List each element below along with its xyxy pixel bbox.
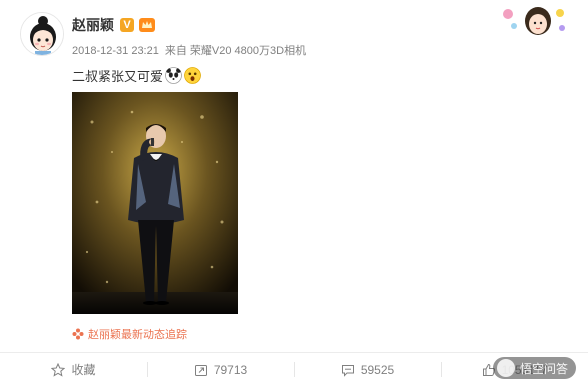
post-text: 二叔紧张又可爱	[72, 66, 201, 85]
post-header: 赵丽颖 V 2018-12-31 23:21 来自 荣耀V20 4800万3D相机	[72, 16, 309, 58]
post-text-content: 二叔紧张又可爱	[72, 69, 164, 84]
avatar[interactable]	[20, 12, 64, 56]
post-timestamp[interactable]: 2018-12-31 23:21	[72, 45, 159, 57]
topic-link[interactable]: 赵丽颖最新动态追踪	[72, 326, 187, 342]
favorite-button[interactable]: 收藏	[0, 353, 147, 386]
comment-count: 59525	[360, 362, 395, 377]
panda-emoji-icon	[165, 67, 182, 84]
watermark-logo-icon	[496, 359, 515, 377]
source-prefix: 来自	[164, 45, 187, 57]
comment-icon	[341, 364, 354, 377]
flower-icon	[72, 328, 84, 340]
repost-button[interactable]: 79713	[147, 353, 294, 386]
watermark: 悟空问答	[492, 357, 576, 379]
star-icon	[51, 362, 66, 377]
decorative-sticker-icon	[503, 7, 565, 35]
post-photo[interactable]	[72, 92, 238, 314]
repost-count: 79713	[213, 362, 248, 377]
stage-performer-image	[72, 92, 238, 314]
author-name[interactable]: 赵丽颖	[72, 15, 114, 35]
source-device[interactable]: 荣耀V20 4800万3D相机	[190, 45, 306, 57]
topic-link-label[interactable]: 赵丽颖最新动态追踪	[88, 326, 187, 342]
cartoon-girl-avatar-icon	[21, 13, 63, 55]
post-meta: 2018-12-31 23:21 来自 荣耀V20 4800万3D相机	[72, 42, 309, 58]
verified-badge-icon: V	[120, 18, 134, 32]
author-row: 赵丽颖 V	[72, 16, 309, 34]
repost-icon	[194, 364, 207, 376]
favorite-label: 收藏	[71, 363, 96, 377]
watermark-text: 悟空问答	[519, 361, 568, 376]
comment-button[interactable]: 59525	[294, 353, 441, 386]
crown-icon	[139, 18, 155, 32]
shocked-face-emoji-icon	[184, 67, 201, 84]
